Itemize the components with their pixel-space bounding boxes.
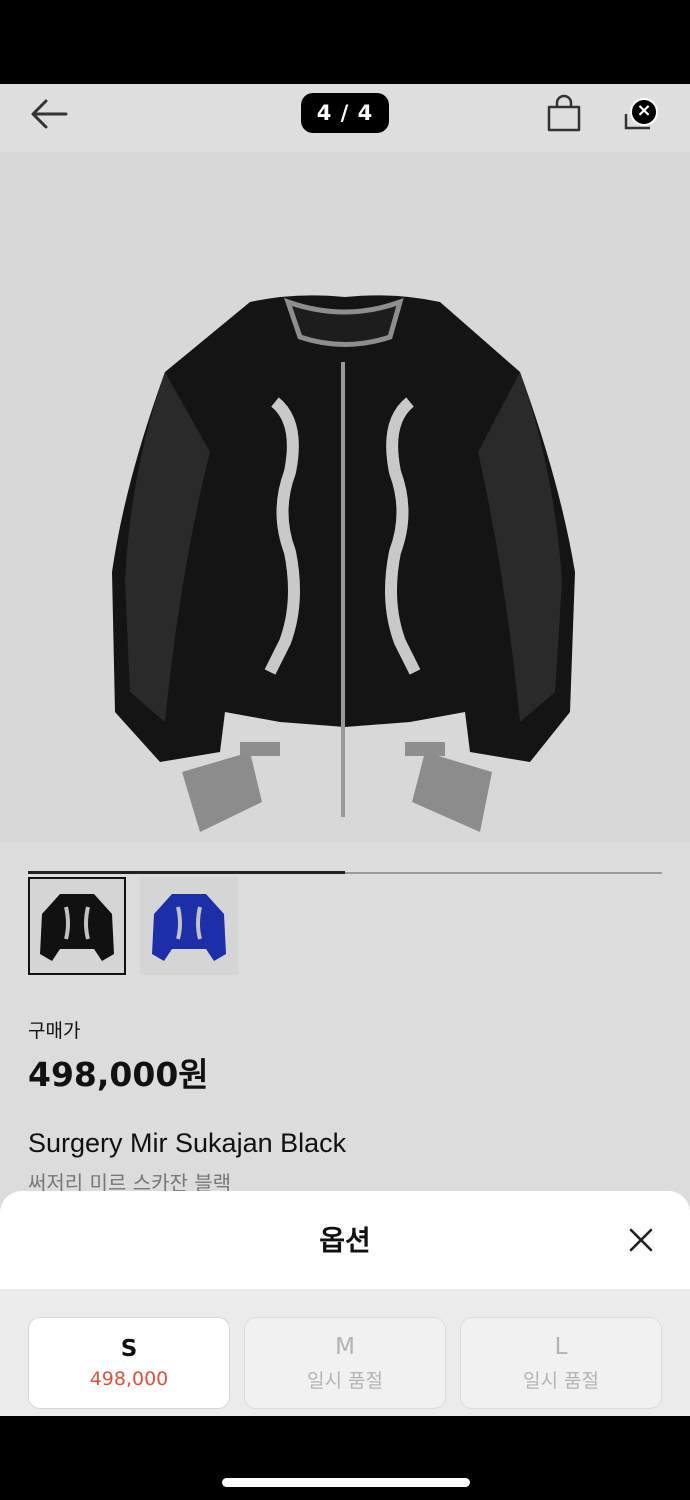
product-page: 4 / 4 × 구매가 498,000원 Surgery Mir Sukajan… xyxy=(0,84,690,1416)
sheet-close-button[interactable] xyxy=(624,1223,658,1257)
size-label: M xyxy=(335,1333,355,1360)
size-status: 일시 품절 xyxy=(523,1369,599,1392)
home-bar xyxy=(0,1416,690,1500)
gallery-progress-fill xyxy=(28,871,345,874)
share-button[interactable]: × xyxy=(620,94,666,134)
top-navigation: 4 / 4 × xyxy=(0,84,690,152)
thumbnail-list xyxy=(28,877,238,975)
size-price: 498,000 xyxy=(89,1368,169,1390)
image-counter: 4 / 4 xyxy=(301,93,389,133)
product-price: 498,000원 xyxy=(28,1055,209,1094)
close-icon[interactable]: × xyxy=(630,98,658,126)
size-option-m[interactable]: M 일시 품절 xyxy=(244,1317,446,1409)
close-icon xyxy=(629,1228,653,1252)
home-indicator[interactable] xyxy=(222,1478,470,1487)
gallery-progress xyxy=(28,871,662,874)
thumbnail-black-image xyxy=(40,894,114,961)
product-image-carousel[interactable] xyxy=(0,152,690,874)
product-image xyxy=(112,295,575,832)
status-bar xyxy=(0,0,690,84)
option-bottom-sheet: 옵션 S 498,000 M 일시 품절 L 일시 품절 xyxy=(0,1191,690,1416)
sheet-header: 옵션 xyxy=(0,1191,690,1289)
price-label: 구매가 xyxy=(28,1020,81,1042)
size-label: L xyxy=(554,1333,568,1360)
size-status: 일시 품절 xyxy=(307,1369,383,1392)
size-label: S xyxy=(120,1336,138,1362)
thumbnail-blue[interactable] xyxy=(140,877,238,975)
size-option-l[interactable]: L 일시 품절 xyxy=(460,1317,662,1409)
thumbnail-black[interactable] xyxy=(28,877,126,975)
shopping-bag-button[interactable] xyxy=(544,94,584,134)
thumbnail-blue-image xyxy=(152,894,226,961)
size-option-s[interactable]: S 498,000 xyxy=(28,1317,230,1409)
arrow-left-icon xyxy=(31,99,68,129)
product-name: Surgery Mir Sukajan Black xyxy=(28,1128,347,1158)
sheet-title: 옵션 xyxy=(319,1224,371,1257)
size-options: S 498,000 M 일시 품절 L 일시 품절 xyxy=(28,1317,662,1409)
shopping-bag-icon xyxy=(547,94,581,132)
back-button[interactable] xyxy=(26,94,72,134)
